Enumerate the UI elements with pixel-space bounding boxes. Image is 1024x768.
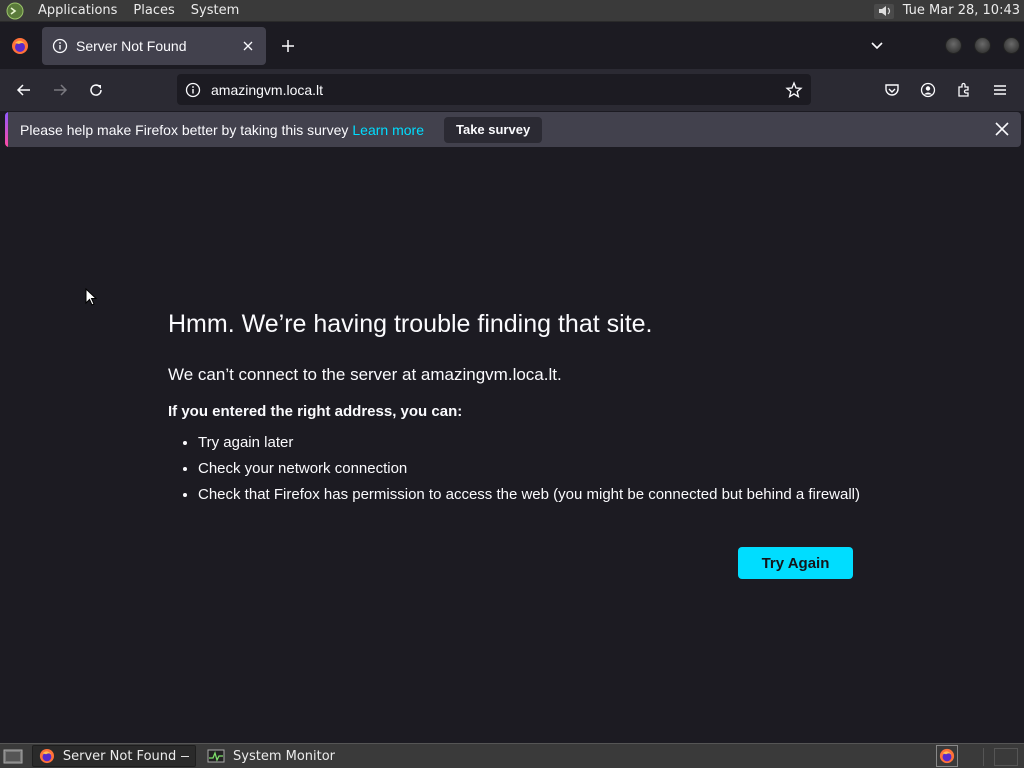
system-monitor-icon	[207, 749, 225, 763]
info-icon	[52, 38, 68, 54]
learn-more-link[interactable]: Learn more	[352, 122, 424, 138]
show-desktop-icon[interactable]	[2, 746, 24, 766]
take-survey-button[interactable]: Take survey	[443, 116, 543, 143]
tab-server-not-found[interactable]: Server Not Found	[42, 27, 266, 65]
volume-icon[interactable]	[871, 0, 897, 22]
close-tab-icon[interactable]	[240, 38, 256, 54]
taskbar-system-monitor[interactable]: System Monitor	[200, 745, 342, 767]
site-info-icon[interactable]	[185, 82, 201, 98]
taskbar-firefox[interactable]: Server Not Found —...	[32, 745, 196, 767]
page-content: Hmm. We’re having trouble finding that s…	[0, 152, 1024, 742]
task-label: System Monitor	[233, 748, 336, 764]
suggestion-item: Check your network connection	[198, 460, 868, 477]
tab-title: Server Not Found	[76, 38, 187, 54]
error-subheading: If you entered the right address, you ca…	[168, 403, 463, 420]
app-menu-button[interactable]	[982, 72, 1018, 108]
firefox-icon	[39, 748, 55, 764]
survey-notification-bar: Please help make Firefox better by takin…	[5, 112, 1021, 147]
close-notification-icon[interactable]	[993, 120, 1011, 138]
window-controls	[945, 37, 1020, 54]
firefox-view-button[interactable]	[0, 23, 40, 69]
applications-menu[interactable]: Applications	[30, 0, 125, 22]
system-menu[interactable]: System	[183, 0, 247, 22]
nav-bar	[0, 69, 1024, 111]
back-arrow-icon	[16, 84, 30, 96]
forward-arrow-icon	[54, 84, 68, 96]
mate-logo-icon[interactable]	[6, 2, 24, 20]
reload-button[interactable]	[78, 72, 114, 108]
suggestion-list: Try again later Check your network conne…	[168, 434, 868, 503]
back-button[interactable]	[6, 72, 42, 108]
firefox-icon	[939, 748, 955, 764]
firefox-icon	[12, 38, 28, 54]
task-label: Server Not Found —...	[62, 748, 189, 764]
maximize-button[interactable]	[974, 37, 991, 54]
taskbar-divider	[983, 748, 984, 766]
workspace-switcher[interactable]	[994, 748, 1018, 766]
try-again-button[interactable]: Try Again	[738, 547, 853, 579]
error-title: Hmm. We’re having trouble finding that s…	[168, 310, 653, 338]
places-menu[interactable]: Places	[125, 0, 182, 22]
suggestion-item: Check that Firefox has permission to acc…	[198, 486, 868, 503]
puzzle-icon	[958, 82, 969, 97]
error-description: We can’t connect to the server at amazin…	[168, 365, 562, 384]
toolbar-right	[874, 72, 1018, 108]
reload-icon	[90, 84, 102, 96]
mouse-cursor-icon	[85, 288, 98, 306]
bookmark-star-icon[interactable]	[785, 80, 803, 99]
new-tab-button[interactable]	[270, 28, 306, 64]
taskbar: Server Not Found —... System Monitor	[0, 743, 1024, 768]
notification-message: Please help make Firefox better by takin…	[20, 121, 349, 138]
pocket-icon	[885, 84, 899, 96]
tray-firefox[interactable]	[936, 745, 958, 767]
top-panel: Applications Places System Tue Mar 28, 1…	[0, 0, 1024, 22]
notification-accent	[5, 112, 8, 147]
close-window-button[interactable]	[1003, 37, 1020, 54]
account-icon	[920, 82, 936, 98]
chevron-down-icon	[871, 42, 883, 50]
plus-icon	[282, 40, 294, 52]
panel-tray: Tue Mar 28, 10:43	[871, 0, 1024, 22]
error-container: Hmm. We’re having trouble finding that s…	[168, 310, 868, 512]
suggestion-item: Try again later	[198, 434, 868, 451]
hamburger-menu-icon	[994, 85, 1006, 95]
pocket-button[interactable]	[874, 72, 910, 108]
forward-button[interactable]	[42, 72, 78, 108]
extensions-button[interactable]	[946, 72, 982, 108]
account-button[interactable]	[910, 72, 946, 108]
tab-bar: Server Not Found	[0, 23, 1024, 69]
url-input[interactable]	[211, 81, 785, 98]
minimize-button[interactable]	[945, 37, 962, 54]
list-all-tabs-button[interactable]	[862, 31, 892, 61]
url-bar[interactable]	[177, 74, 811, 105]
clock[interactable]: Tue Mar 28, 10:43	[903, 3, 1024, 18]
